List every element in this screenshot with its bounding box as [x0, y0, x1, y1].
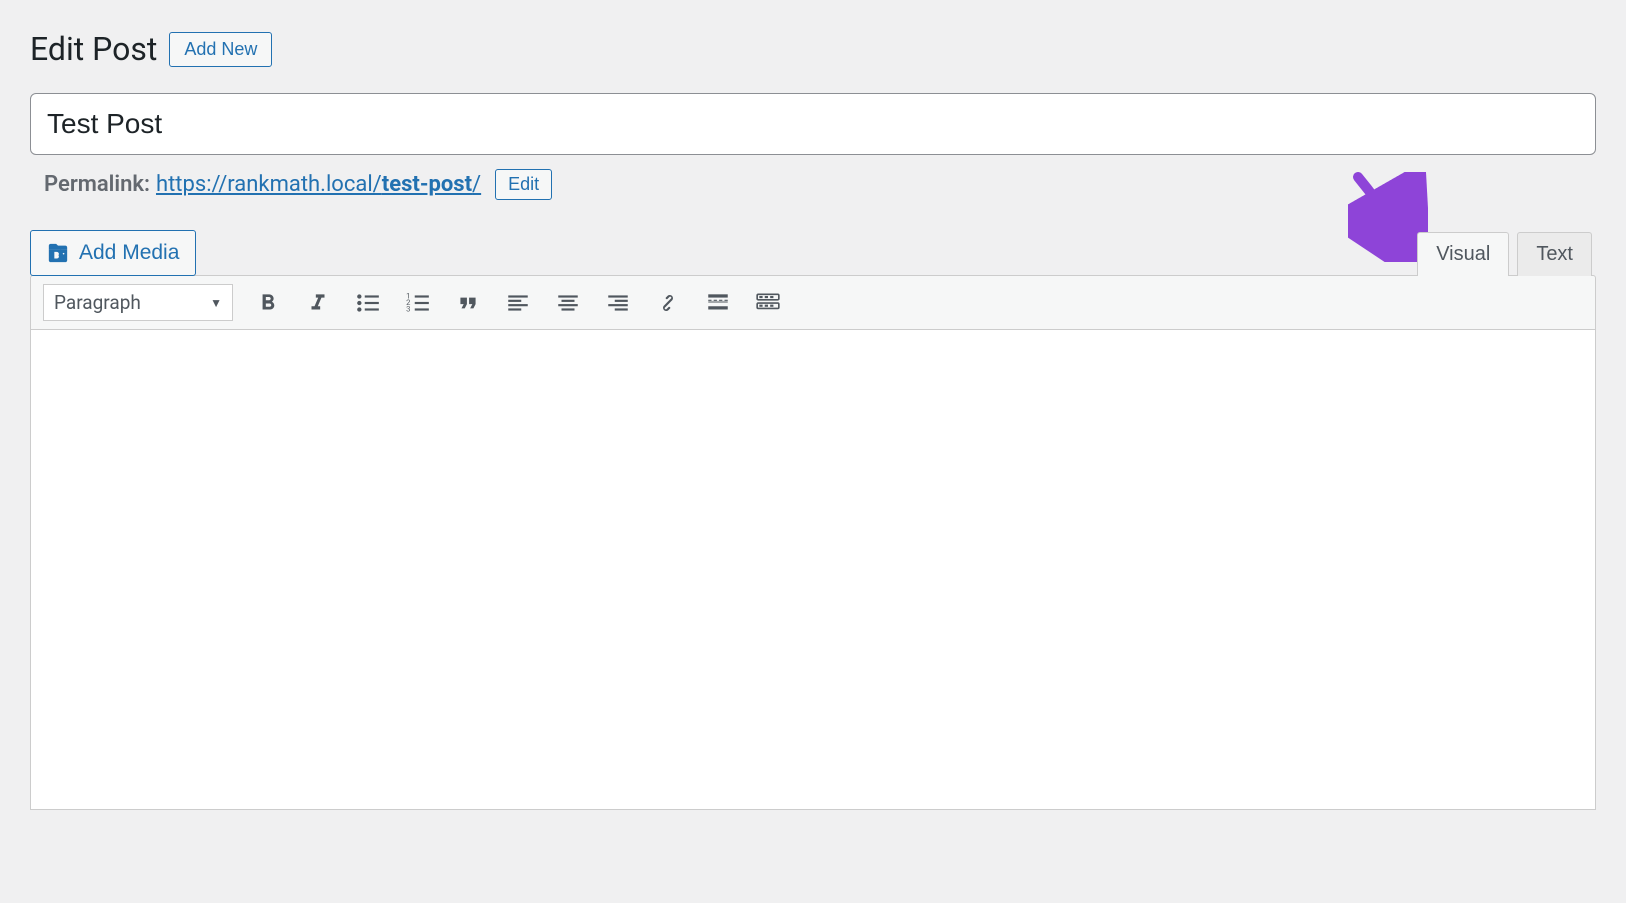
read-more-button[interactable]	[703, 288, 733, 318]
svg-text:3: 3	[406, 304, 410, 313]
format-select[interactable]: Paragraph ▼	[43, 284, 233, 321]
permalink-link[interactable]: https://rankmath.local/test-post/	[156, 172, 481, 197]
italic-icon	[305, 290, 331, 316]
quote-icon	[455, 290, 481, 316]
add-new-button[interactable]: Add New	[169, 32, 272, 67]
bold-button[interactable]	[253, 288, 283, 318]
permalink-row: Permalink: https://rankmath.local/test-p…	[30, 169, 1596, 200]
numbered-list-icon: 123	[405, 290, 431, 316]
permalink-slug: test-post	[382, 172, 472, 197]
bullet-list-button[interactable]	[353, 288, 383, 318]
add-media-label: Add Media	[79, 241, 179, 265]
align-right-icon	[605, 290, 631, 316]
bold-icon	[255, 290, 281, 316]
blockquote-button[interactable]	[453, 288, 483, 318]
link-button[interactable]	[653, 288, 683, 318]
toolbar-toggle-icon	[755, 290, 781, 316]
format-selected-label: Paragraph	[54, 291, 141, 314]
editor-toolbar: Paragraph ▼ 123	[30, 275, 1596, 330]
permalink-suffix: /	[472, 172, 481, 197]
numbered-list-button[interactable]: 123	[403, 288, 433, 318]
edit-permalink-button[interactable]: Edit	[495, 169, 552, 200]
align-left-icon	[505, 290, 531, 316]
chevron-down-icon: ▼	[210, 296, 222, 310]
add-media-button[interactable]: Add Media	[30, 230, 196, 276]
tab-visual[interactable]: Visual	[1417, 232, 1509, 276]
read-more-icon	[705, 290, 731, 316]
bullet-list-icon	[355, 290, 381, 316]
align-center-icon	[555, 290, 581, 316]
editor-content-area[interactable]	[30, 330, 1596, 810]
permalink-prefix: https://rankmath.local/	[156, 172, 382, 197]
italic-button[interactable]	[303, 288, 333, 318]
link-icon	[655, 290, 681, 316]
page-title: Edit Post	[30, 30, 157, 68]
toolbar-toggle-button[interactable]	[753, 288, 783, 318]
tab-text[interactable]: Text	[1517, 232, 1592, 276]
post-title-input[interactable]	[30, 93, 1596, 155]
align-center-button[interactable]	[553, 288, 583, 318]
align-left-button[interactable]	[503, 288, 533, 318]
align-right-button[interactable]	[603, 288, 633, 318]
permalink-label: Permalink:	[44, 172, 150, 197]
media-icon	[47, 242, 69, 264]
